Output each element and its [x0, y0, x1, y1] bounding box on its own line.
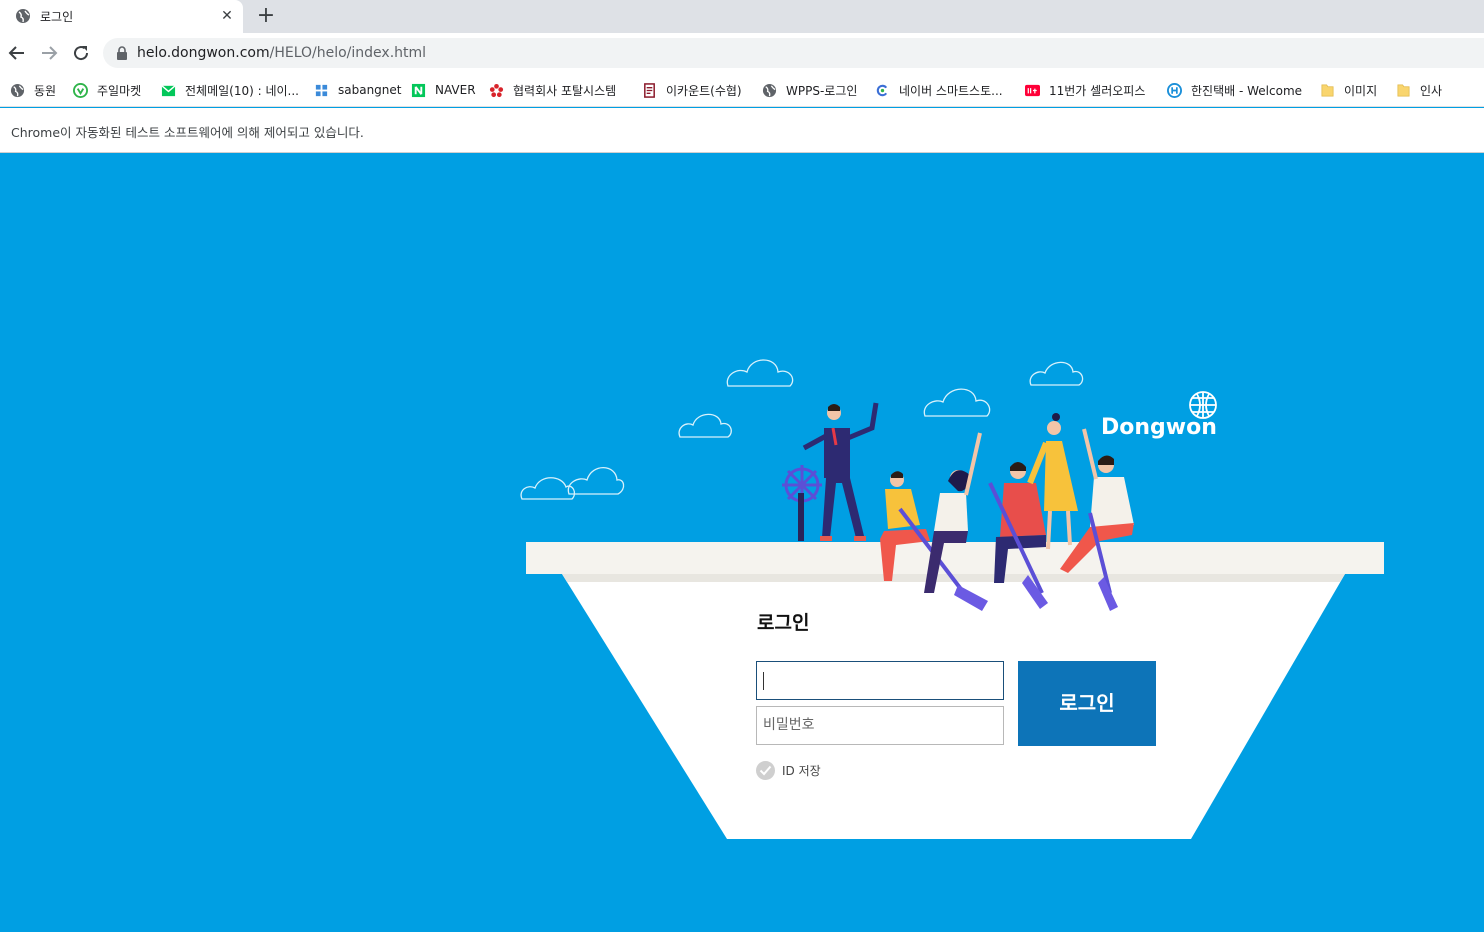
- bookmark-wpps[interactable]: WPPS-로그인: [762, 81, 857, 99]
- tab-close-icon[interactable]: ✕: [216, 5, 238, 27]
- login-title: 로그인: [757, 612, 810, 634]
- address-bar[interactable]: helo.dongwon.com/HELO/helo/index.html: [103, 38, 1484, 68]
- bookmark-folder-hr[interactable]: 인사: [1396, 81, 1442, 99]
- new-tab-button[interactable]: +: [254, 4, 278, 28]
- back-arrow-icon[interactable]: [5, 41, 29, 65]
- bookmark-partner-portal[interactable]: 협력회사 포탈시스템: [489, 81, 616, 99]
- bookmark-label: 전체메일(10) : 네이...: [185, 83, 299, 98]
- bookmark-label: 11번가 셀러오피스: [1049, 83, 1146, 98]
- folder-icon: [1397, 84, 1410, 96]
- tab-title: 로그인: [40, 10, 74, 24]
- folder-icon: [1321, 84, 1334, 96]
- login-button[interactable]: 로그인: [1018, 661, 1156, 746]
- browser-toolbar: helo.dongwon.com/HELO/helo/index.html: [0, 33, 1484, 73]
- bookmark-label: NAVER: [435, 83, 476, 97]
- bookmark-label: 협력회사 포탈시스템: [513, 83, 617, 98]
- bookmarks-bar: 동원 주일마켓 전체메일(10) : 네이... sabangnet NAVER…: [0, 73, 1484, 107]
- login-page: Dongwon 로그인 비밀번호 로그인 ID 저장: [0, 153, 1484, 932]
- bookmark-label: 네이버 스마트스토...: [899, 83, 1003, 98]
- hanjin-icon: [1167, 82, 1182, 98]
- 11st-icon: [1025, 84, 1040, 96]
- reload-icon[interactable]: [69, 41, 93, 65]
- tab-login[interactable]: 로그인 ✕: [0, 0, 243, 33]
- boat-illustration: Dongwon: [520, 359, 1384, 839]
- globe-icon: [10, 83, 25, 97]
- bookmark-11st[interactable]: 11번가 셀러오피스: [1025, 81, 1145, 99]
- bookmark-label: sabangnet: [338, 83, 402, 97]
- bookmark-juil-market[interactable]: 주일마켓: [73, 81, 141, 99]
- mail-icon: [161, 84, 176, 96]
- bookmark-hanjin[interactable]: 한진택배 - Welcome: [1167, 81, 1302, 99]
- infobar-text: Chrome이 자동화된 테스트 소프트웨어에 의해 제어되고 있습니다.: [11, 125, 364, 140]
- bookmark-label: 이카운트(수협): [666, 83, 742, 98]
- bookmark-label: WPPS-로그인: [786, 83, 858, 98]
- save-id-checkbox[interactable]: ID 저장: [756, 760, 821, 780]
- checkmark-icon[interactable]: [756, 760, 775, 780]
- bookmark-naver[interactable]: NAVER: [411, 81, 476, 99]
- automation-infobar: Chrome이 자동화된 테스트 소프트웨어에 의해 제어되고 있습니다.: [0, 108, 1484, 153]
- save-id-label: ID 저장: [782, 763, 821, 778]
- url-text: helo.dongwon.com/HELO/helo/index.html: [137, 45, 426, 61]
- bookmark-ecount[interactable]: 이카운트(수협): [642, 81, 742, 99]
- bookmark-sabangnet[interactable]: sabangnet: [314, 81, 402, 99]
- bookmark-label: 동원: [34, 83, 57, 98]
- url-path: /HELO/helo/index.html: [269, 45, 427, 61]
- naver-icon: [411, 83, 426, 97]
- bookmark-label: 이미지: [1344, 83, 1378, 98]
- tab-strip: 로그인 ✕ +: [0, 0, 1484, 33]
- text-caret: [763, 672, 764, 690]
- flower-icon: [489, 83, 504, 97]
- bookmark-label: 한진택배 - Welcome: [1191, 83, 1303, 98]
- id-input[interactable]: [756, 661, 1004, 700]
- globe-icon: [762, 83, 777, 97]
- shield-green-icon: [73, 82, 88, 98]
- globe-icon: [16, 9, 30, 23]
- lock-icon: [117, 46, 127, 60]
- bookmark-dongwon[interactable]: 동원: [10, 81, 56, 99]
- password-input[interactable]: 비밀번호: [756, 706, 1004, 745]
- forward-arrow-icon[interactable]: [37, 41, 61, 65]
- bookmark-smartstore[interactable]: 네이버 스마트스토...: [875, 81, 1003, 99]
- bookmark-label: 인사: [1420, 83, 1443, 98]
- bookmark-label: 주일마켓: [97, 83, 142, 98]
- url-host: helo.dongwon.com: [137, 45, 270, 61]
- ecount-icon: [644, 82, 655, 98]
- dongwon-logo: Dongwon: [1101, 415, 1217, 440]
- boat-deck: [526, 542, 1384, 574]
- bookmark-naver-mail[interactable]: 전체메일(10) : 네이...: [161, 81, 299, 99]
- windows-icon: [315, 84, 328, 96]
- bookmark-folder-images[interactable]: 이미지: [1320, 81, 1377, 99]
- smartstore-icon: [876, 84, 888, 96]
